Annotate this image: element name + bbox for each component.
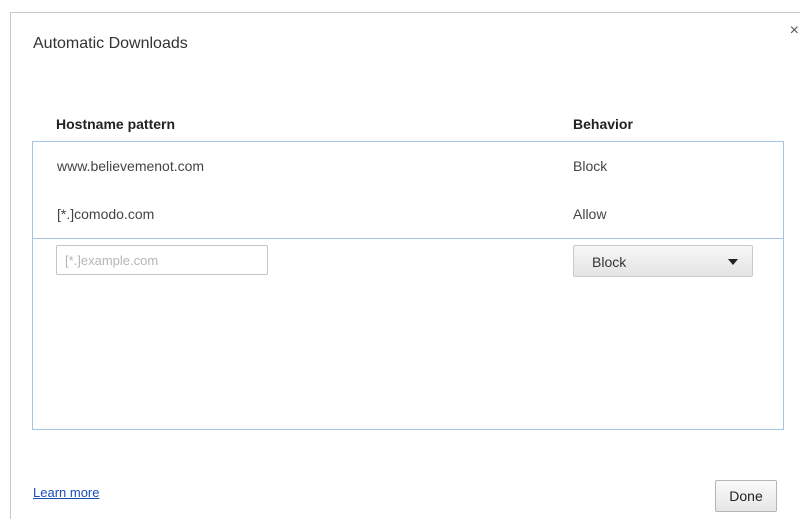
dialog-title: Automatic Downloads [33,35,188,52]
behavior-select-value: Block [592,254,627,270]
close-icon[interactable]: × [790,23,799,39]
chevron-down-icon [728,259,738,265]
list-item[interactable]: [*.]comodo.com Allow [33,190,783,239]
list-item[interactable]: www.believemenot.com Block [33,142,783,190]
column-header-behavior: Behavior [573,116,633,132]
exception-hostname: [*.]comodo.com [57,206,155,222]
behavior-select[interactable]: Block [573,245,753,277]
hostname-pattern-input[interactable] [56,245,268,275]
column-header-hostname: Hostname pattern [56,116,176,132]
exception-behavior: Allow [573,206,607,222]
exception-hostname: www.believemenot.com [57,158,205,174]
exceptions-list: www.believemenot.com Block [*.]comodo.co… [32,141,784,430]
automatic-downloads-dialog: Automatic Downloads × Hostname pattern B… [10,12,800,519]
done-button[interactable]: Done [715,480,777,512]
new-exception-row: Block [33,239,783,287]
learn-more-link[interactable]: Learn more [33,485,99,500]
exception-behavior: Block [573,158,608,174]
